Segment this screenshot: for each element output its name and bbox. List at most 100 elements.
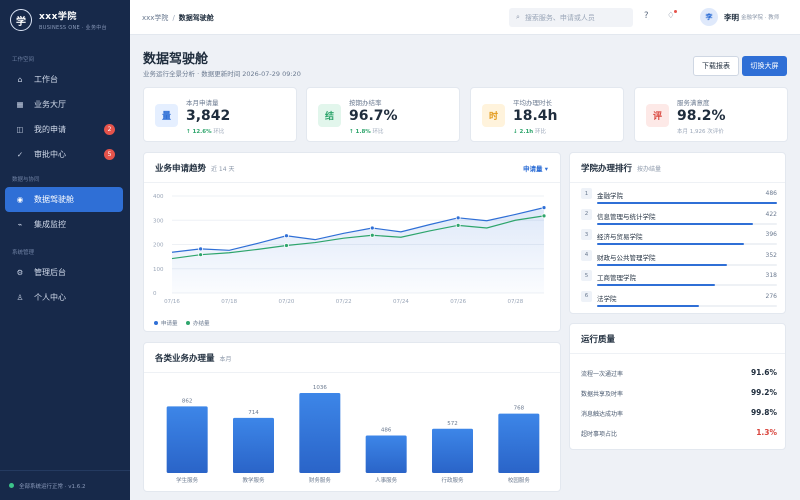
ranking-bar-track (597, 243, 777, 245)
nav-section-title: 数据与协同 (12, 177, 40, 183)
ranking-value: 486 (765, 190, 777, 197)
bar-category-label: 行政服务 (441, 476, 464, 484)
ranking-row[interactable]: 5 工商管理学院 318 (581, 270, 777, 290)
bar-chart-title: 各类业务办理量 本月 (155, 352, 232, 364)
kpi-trend-value: 本月 1,926 次评价 (677, 129, 724, 135)
ranking-row[interactable]: 2 信息管理与统计学院 422 (581, 208, 777, 229)
bar-category-label: 财务服务 (309, 476, 332, 484)
quality-value: 99.8% (750, 408, 777, 417)
kpi-icon: 量 (155, 104, 178, 127)
legend-swatch (186, 321, 190, 325)
breadcrumb: xxx学院 / 数据驾驶舱 (142, 13, 214, 23)
bar[interactable] (166, 406, 208, 473)
kpi-card: 结按期办结率 96.7% ↑ 1.8% 环比 (306, 87, 460, 142)
topbar: xxx学院 / 数据驾驶舱 ⌕ 搜索服务、申请或人员 ? ♢ 李 李明 金融学院 ·… (130, 0, 800, 35)
bar[interactable] (299, 392, 341, 473)
kpi-icon: 时 (482, 104, 505, 127)
sidebar-item[interactable]: ♙ 个人中心 (5, 285, 123, 310)
legend-swatch (154, 321, 158, 325)
download-report-button[interactable]: 下载报表 (693, 56, 739, 76)
search-icon: ⌕ (516, 13, 520, 21)
ranking-number: 3 (581, 229, 592, 240)
breadcrumb-current: 数据驾驶舱 (178, 14, 214, 22)
bar-category-label: 人事服务 (375, 476, 398, 484)
trend-chart-title: 业务申请趋势近 14 天 (155, 162, 234, 174)
trend-chart-note: 近 14 天 (211, 166, 235, 173)
ranking-name: 信息管理与统计学院 (597, 212, 656, 221)
data-point[interactable] (198, 246, 204, 252)
sidebar-item[interactable]: ▦ 业务大厅 (5, 92, 123, 117)
ranking-row[interactable]: 3 经济与贸易学院 396 (581, 229, 777, 249)
user-role: 金融学院 · 教师 (741, 15, 780, 21)
x-tick-label: 07/24 (393, 299, 409, 305)
data-point[interactable] (369, 225, 375, 231)
kpi-trend-suffix: 环比 (213, 129, 225, 135)
bar-chart-note: 本月 (219, 356, 232, 363)
quality-label: 超时事项占比 (581, 431, 618, 438)
data-point[interactable] (455, 215, 461, 221)
kpi-trend-suffix: 环比 (534, 129, 546, 135)
data-point[interactable] (541, 213, 547, 219)
sidebar-item[interactable]: ⌁ 集成监控 (5, 212, 123, 237)
ranking-value: 318 (765, 272, 777, 279)
breadcrumb-separator: / (172, 14, 175, 22)
quality-panel: 运行质量 流程一次通过率 91.6% 数据共享及时率 99.2% 消息触达成功率 99.8… (569, 323, 786, 450)
trend-chart-title-text: 业务申请趋势 (155, 164, 207, 174)
ranking-row[interactable]: 4 财政与公共管理学院 352 (581, 249, 777, 270)
ranking-number: 5 (581, 270, 592, 281)
bar-chart-panel: 862 学生服务 714 教学服务 1036 财务服务 486 人事服务 572 行政服务 768 校… (143, 342, 561, 492)
sidebar-item-label: 数据驾驶舱 (34, 195, 74, 204)
kpi-card: 时平均办理时长 18.4h ↓ 2.1h 环比 (470, 87, 624, 142)
fullscreen-button[interactable]: 切换大屏 (742, 56, 787, 76)
dashboard-icon: ◉ (16, 195, 24, 204)
sidebar-item[interactable]: ◫ 我的申请 2 (5, 117, 123, 142)
x-tick-label: 07/26 (450, 299, 466, 305)
data-point[interactable] (198, 252, 204, 258)
kpi-trend-value: ↑ 12.6% (186, 129, 212, 135)
kpi-trend-value: ↓ 2.1h (513, 129, 534, 135)
trend-metric-select[interactable]: 申请量 ▾ (523, 163, 548, 173)
sidebar-item-label: 业务大厅 (34, 100, 66, 109)
ranking-value: 276 (765, 292, 777, 300)
home-icon: ⌂ (17, 75, 23, 84)
search-input[interactable]: ⌕ 搜索服务、申请或人员 (509, 8, 633, 27)
ranking-row[interactable]: 6 法学院 276 (581, 290, 777, 311)
sidebar-item[interactable]: ⌂ 工作台 (5, 67, 123, 92)
ranking-bar-fill (597, 222, 754, 225)
ranking-row[interactable]: 1 金融学院 486 (581, 188, 777, 208)
panel-divider (144, 182, 560, 183)
bar-value-label: 768 (514, 406, 525, 412)
kpi-trend: 本月 1,926 次评价 (677, 127, 724, 135)
panel-divider (570, 353, 785, 354)
bar[interactable] (498, 413, 540, 473)
sidebar-item-label: 我的申请 (34, 125, 66, 134)
help-icon[interactable]: ? (644, 11, 649, 21)
bar-value-label: 572 (447, 421, 458, 427)
breadcrumb-root[interactable]: xxx学院 (142, 14, 168, 22)
document-icon: ◫ (16, 125, 24, 134)
sidebar-item-label: 审批中心 (34, 150, 66, 159)
data-point[interactable] (455, 222, 461, 228)
bar[interactable] (365, 435, 407, 473)
sidebar-item[interactable]: ◉ 数据驾驶舱 (5, 187, 123, 212)
x-tick-label: 07/20 (279, 299, 295, 305)
ranking-name: 经济与贸易学院 (597, 233, 643, 241)
data-point[interactable] (369, 232, 375, 238)
ranking-bar-track (597, 284, 777, 286)
sidebar-item[interactable]: ✓ 审批中心 5 (5, 142, 123, 167)
quality-row: 超时事项占比 1.3% (581, 428, 777, 440)
data-point[interactable] (284, 243, 289, 248)
bar[interactable] (432, 428, 473, 473)
brand-name: xxx学院 (39, 12, 77, 22)
data-point[interactable] (541, 205, 547, 211)
sidebar-item-label: 管理后台 (34, 268, 66, 277)
bar-category-label: 校园服务 (508, 476, 531, 484)
user-menu[interactable]: 李 李明 金融学院 · 教师 (700, 8, 779, 26)
quality-value: 99.2% (750, 388, 777, 397)
kpi-card: 量本月申请量 3,842 ↑ 12.6% 环比 (143, 87, 297, 142)
bar[interactable] (233, 417, 274, 473)
avatar[interactable]: 李 (700, 8, 718, 26)
kpi-trend: ↑ 12.6% 环比 (186, 127, 224, 135)
data-point[interactable] (284, 233, 289, 239)
sidebar-item[interactable]: ⚙ 管理后台 (5, 260, 123, 285)
